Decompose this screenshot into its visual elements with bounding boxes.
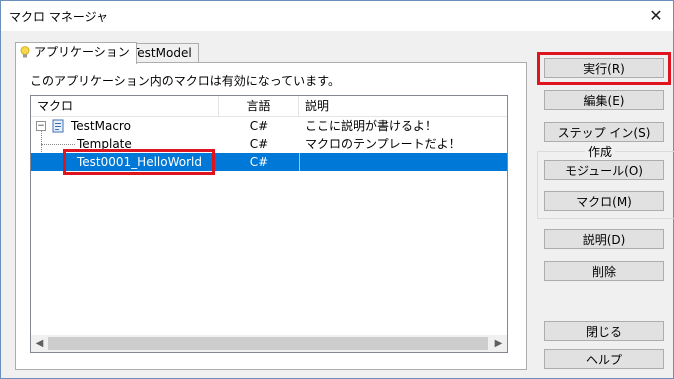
macro-description: マクロのテンプレートだよ！ xyxy=(305,137,461,151)
module-icon xyxy=(52,119,64,133)
help-button[interactable]: ヘルプ xyxy=(544,349,664,369)
macro-description: ここに説明が書けるよ！ xyxy=(305,119,438,133)
macro-name: TestMacro xyxy=(71,119,131,133)
highlight-box-selected-macro xyxy=(63,149,215,175)
highlight-box-run-button xyxy=(537,52,671,85)
column-divider xyxy=(299,153,300,171)
close-button[interactable]: 閉じる xyxy=(544,321,664,341)
macro-manager-window: マクロ マネージャ ✕ アプリケーション TestModel このアプリケーショ… xyxy=(0,0,674,379)
macro-list[interactable]: マクロ 言語 説明 − TestMacro C# ここに説明が書けるよ！ Tem… xyxy=(30,95,508,353)
tab-testmodel-label: TestModel xyxy=(132,46,192,60)
window-title: マクロ マネージャ xyxy=(9,10,108,24)
macro-language: C# xyxy=(249,137,269,151)
create-group-label: 作成 xyxy=(585,143,616,160)
column-header-language[interactable]: 言語 xyxy=(219,96,299,116)
tab-application-label: アプリケーション xyxy=(34,45,130,59)
lightbulb-icon xyxy=(20,46,30,58)
macro-language: C# xyxy=(249,119,269,133)
horizontal-scrollbar[interactable]: ◀ ▶ xyxy=(31,335,507,352)
description-button[interactable]: 説明(D) xyxy=(544,229,664,249)
collapse-icon[interactable]: − xyxy=(36,121,46,131)
scroll-left-icon[interactable]: ◀ xyxy=(31,335,48,352)
module-button[interactable]: モジュール(O) xyxy=(544,160,664,180)
delete-button[interactable]: 削除 xyxy=(544,261,664,281)
tab-application[interactable]: アプリケーション xyxy=(15,42,137,64)
macro-language: C# xyxy=(249,155,269,169)
macro-button[interactable]: マクロ(M) xyxy=(544,191,664,211)
edit-button[interactable]: 編集(E) xyxy=(544,90,664,110)
list-header: マクロ 言語 説明 xyxy=(31,96,507,117)
column-header-description[interactable]: 説明 xyxy=(299,96,507,116)
list-item[interactable]: − TestMacro C# ここに説明が書けるよ！ xyxy=(31,117,507,135)
title-bar: マクロ マネージャ ✕ xyxy=(1,1,673,31)
close-icon[interactable]: ✕ xyxy=(645,5,667,27)
step-into-button[interactable]: ステップ イン(S) xyxy=(544,122,664,142)
tab-panel: このアプリケーション内のマクロは有効になっています。 マクロ 言語 説明 − T… xyxy=(15,62,527,370)
scroll-right-icon[interactable]: ▶ xyxy=(490,335,507,352)
column-header-macro[interactable]: マクロ xyxy=(31,96,219,116)
macro-status-text: このアプリケーション内のマクロは有効になっています。 xyxy=(30,74,340,88)
scrollbar-thumb[interactable] xyxy=(48,337,488,350)
